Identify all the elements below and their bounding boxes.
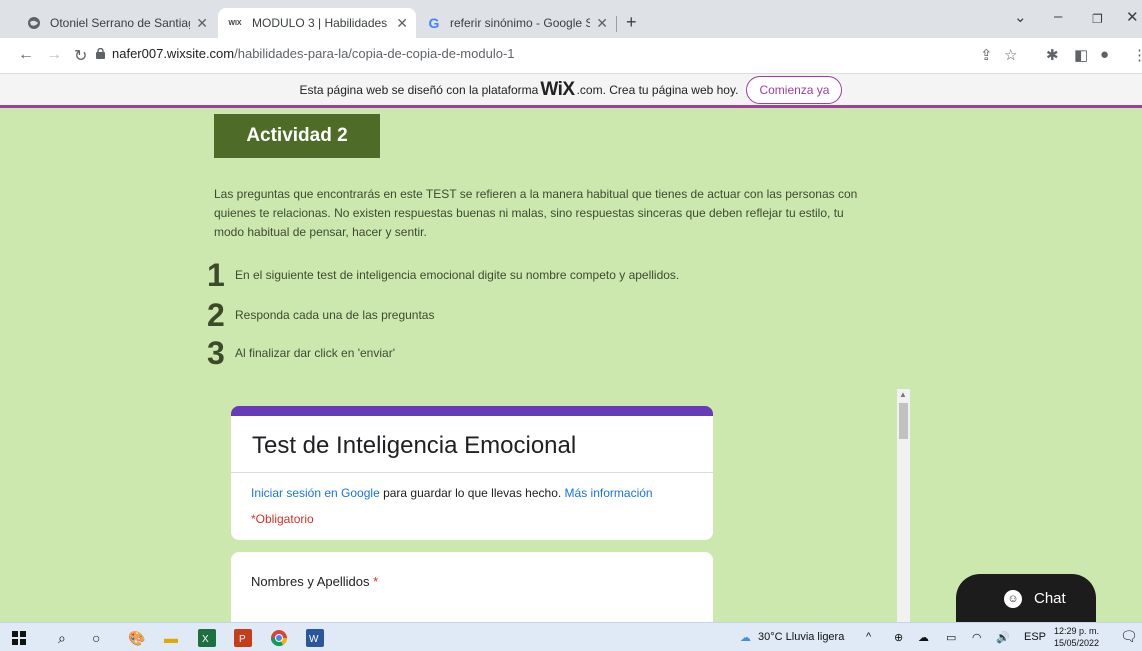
scroll-up-icon[interactable]: ▲ <box>899 390 907 399</box>
powerpoint-icon[interactable]: P <box>234 628 252 648</box>
forward-icon[interactable]: → <box>46 46 62 64</box>
new-tab-icon[interactable]: + <box>626 12 637 33</box>
form-header-card: Test de Inteligencia Emocional Iniciar s… <box>231 406 713 540</box>
paint-icon[interactable]: 🎨 <box>128 628 145 648</box>
required-note: *Obligatorio <box>251 512 314 526</box>
url-path: /habilidades-para-la/copia-de-copia-de-m… <box>234 46 515 61</box>
form-title: Test de Inteligencia Emocional <box>252 432 577 459</box>
profile-avatar-icon[interactable]: ● <box>1100 46 1109 63</box>
url-domain: nafer007.wixsite.com <box>112 46 235 61</box>
browser-toolbar: ← → ↻ nafer007.wixsite.com/habilidades-p… <box>0 38 1142 74</box>
wix-icon: WIX <box>228 19 242 27</box>
close-tab-icon[interactable]: ✕ <box>396 15 408 32</box>
svg-text:P: P <box>239 634 246 645</box>
step-number: 3 <box>207 335 225 371</box>
word-icon[interactable]: W <box>306 628 324 648</box>
onedrive-icon[interactable]: ☁ <box>918 631 929 644</box>
step-2: 2 Responda cada una de las preguntas <box>207 299 434 331</box>
wix-promo-banner: Esta página web se diseñó con la platafo… <box>0 74 1142 108</box>
activity-title: Actividad 2 <box>214 114 380 158</box>
form-scrollbar[interactable]: ▲ <box>897 389 910 622</box>
tab-title: Otoniel Serrano de Santiago <box>50 16 191 30</box>
chat-label: Chat <box>1034 589 1066 607</box>
wix-banner-text-after: .com. Crea tu página web hoy. <box>576 82 739 97</box>
step-1: 1 En el siguiente test de inteligencia e… <box>207 259 679 291</box>
step-number: 1 <box>207 257 225 293</box>
reload-icon[interactable]: ↻ <box>74 46 87 66</box>
question-label: Nombres y Apellidos * <box>251 574 378 589</box>
form-divider <box>231 472 713 473</box>
back-icon[interactable]: ← <box>18 46 34 64</box>
tab-google-search[interactable]: G referir sinónimo - Google Search ✕ <box>418 8 616 38</box>
clock-time: 12:29 p. m. <box>1054 626 1100 636</box>
google-icon: G <box>428 15 440 31</box>
volume-icon[interactable]: 🔊 <box>996 631 1010 644</box>
question-card: Nombres y Apellidos * <box>231 552 713 622</box>
notifications-icon[interactable]: 🗨 <box>1120 628 1138 645</box>
cortana-icon[interactable]: ○ <box>92 628 100 648</box>
side-panel-icon[interactable]: ◧ <box>1074 46 1088 64</box>
chevron-down-icon[interactable]: ⌄ <box>1014 8 1027 26</box>
browser-tabstrip: Otoniel Serrano de Santiago ✕ WIX MODULO… <box>0 0 1142 38</box>
svg-text:X: X <box>202 634 209 645</box>
step-text: En el siguiente test de inteligencia emo… <box>235 268 680 282</box>
tab-title: referir sinónimo - Google Search <box>450 16 591 30</box>
step-text: Al finalizar dar click en 'enviar' <box>235 346 395 360</box>
lock-icon[interactable] <box>96 48 105 59</box>
wix-banner-text-before: Esta página web se diseñó con la platafo… <box>299 82 539 97</box>
more-info-link[interactable]: Más información <box>565 486 653 500</box>
close-tab-icon[interactable]: ✕ <box>596 15 608 32</box>
svg-text:W: W <box>309 634 319 645</box>
globe-icon <box>26 15 42 31</box>
excel-icon[interactable]: X <box>198 628 216 648</box>
intro-paragraph: Las preguntas que encontrarás en este TE… <box>214 187 858 239</box>
battery-icon[interactable]: ▭ <box>946 631 956 644</box>
language-indicator[interactable]: ESP <box>1024 631 1046 643</box>
chevron-up-icon[interactable]: ^ <box>866 631 871 643</box>
menu-icon[interactable]: ⋮ <box>1132 46 1142 64</box>
chrome-icon[interactable] <box>270 628 288 648</box>
bookmark-star-icon[interactable]: ☆ <box>1004 46 1017 64</box>
windows-start-icon[interactable] <box>12 628 26 648</box>
step-3: 3 Al finalizar dar click en 'enviar' <box>207 337 395 369</box>
clock-date: 15/05/2022 <box>1054 638 1100 648</box>
signin-notice: Iniciar sesión en Google para guardar lo… <box>251 486 653 500</box>
windows-taskbar: ⌕ ○ 🎨 ▬ X P W ☁ 30°C Lluvia ligera ^ ⊕ ☁… <box>0 622 1142 651</box>
tab-divider <box>616 16 617 32</box>
close-tab-icon[interactable]: ✕ <box>196 15 208 32</box>
start-now-button[interactable]: Comienza ya <box>746 75 843 104</box>
close-window-icon[interactable]: ✕ <box>1126 8 1139 26</box>
smile-icon: ☺ <box>1004 590 1022 608</box>
meet-now-icon[interactable]: ⊕ <box>894 631 903 644</box>
wifi-icon[interactable]: ◠ <box>972 631 982 644</box>
tab-modulo3[interactable]: WIX MODULO 3 | Habilidades Para La ✕ <box>218 8 416 38</box>
wix-logo[interactable]: WiX <box>540 79 575 101</box>
restore-icon[interactable]: ❐ <box>1092 12 1103 26</box>
minimize-icon[interactable]: – <box>1054 8 1062 25</box>
step-number: 2 <box>207 297 225 333</box>
weather-icon[interactable]: ☁ <box>740 631 751 644</box>
tab-title: MODULO 3 | Habilidades Para La <box>252 16 390 30</box>
page-content: Actividad 2 Las preguntas que encontrará… <box>0 111 1142 622</box>
share-icon[interactable]: ⇪ <box>980 46 993 64</box>
question-text: Nombres y Apellidos <box>251 574 370 589</box>
file-explorer-icon[interactable]: ▬ <box>164 628 178 648</box>
search-icon[interactable]: ⌕ <box>58 628 66 648</box>
tab-otoniel[interactable]: Otoniel Serrano de Santiago ✕ <box>18 8 216 38</box>
chat-button[interactable]: ☺ Chat <box>956 574 1096 622</box>
step-text: Responda cada una de las preguntas <box>235 308 435 322</box>
url-field[interactable]: nafer007.wixsite.com/habilidades-para-la… <box>112 46 515 61</box>
signin-text: para guardar lo que llevas hecho. <box>379 486 565 500</box>
extensions-icon[interactable]: ✱ <box>1046 46 1059 64</box>
required-star: * <box>373 574 379 589</box>
clock[interactable]: 12:29 p. m. 15/05/2022 <box>1054 625 1099 649</box>
signin-link[interactable]: Iniciar sesión en Google <box>251 486 380 500</box>
scroll-thumb[interactable] <box>899 403 908 439</box>
weather-text[interactable]: 30°C Lluvia ligera <box>758 631 844 643</box>
